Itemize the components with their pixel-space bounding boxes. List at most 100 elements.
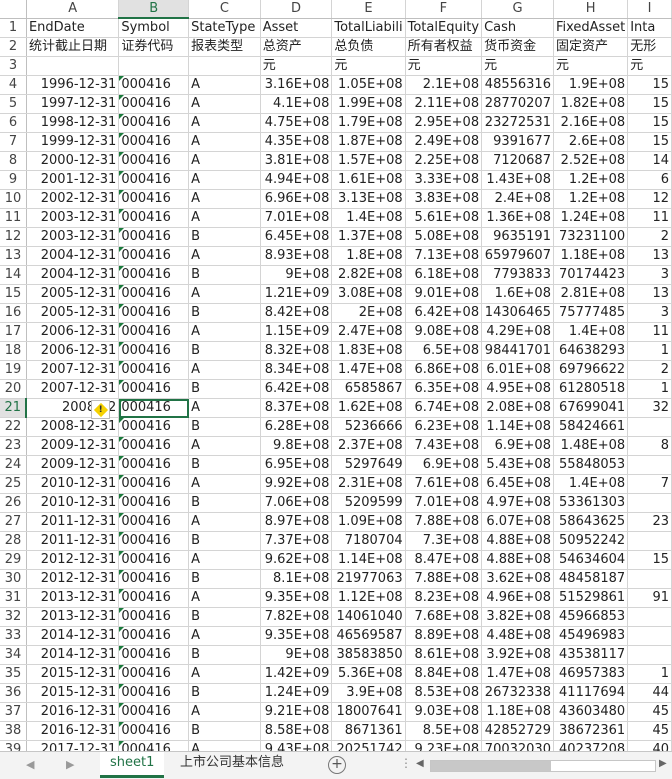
cell[interactable]: 2006-12-31 [26, 341, 120, 361]
cell[interactable]: 15 [627, 75, 672, 95]
cell[interactable]: 12 [627, 189, 672, 209]
cell[interactable]: 2.16E+08 [553, 113, 629, 133]
cell[interactable]: 8.42E+08 [260, 303, 333, 323]
row-header[interactable]: 31 [0, 588, 27, 608]
cell[interactable]: A [188, 664, 261, 684]
cell[interactable]: 1.12E+08 [331, 588, 406, 608]
column-header-c[interactable]: C [188, 0, 261, 19]
cell[interactable]: EndDate [26, 18, 120, 38]
cell[interactable]: 8.53E+08 [405, 683, 483, 703]
row-header[interactable]: 25 [0, 474, 27, 494]
cell[interactable]: 64638293 [553, 341, 629, 361]
cell[interactable]: 3.08E+08 [331, 284, 406, 304]
cell[interactable]: 13 [627, 246, 672, 266]
cell[interactable]: 9.35E+08 [260, 626, 333, 646]
cell[interactable]: 1.2E+08 [553, 189, 629, 209]
cell[interactable]: B [188, 227, 261, 247]
row-header[interactable]: 15 [0, 284, 27, 304]
cell[interactable]: 所有者权益 [405, 37, 483, 57]
cell[interactable]: 9391677 [481, 132, 554, 152]
row-header[interactable]: 11 [0, 208, 27, 228]
cell[interactable]: 1.18E+08 [553, 246, 629, 266]
row-header[interactable]: 8 [0, 151, 27, 171]
cell[interactable]: 11 [627, 208, 672, 228]
cell[interactable]: 4.96E+08 [481, 588, 554, 608]
cell[interactable]: 70174423 [553, 265, 629, 285]
cell[interactable]: 6585867 [331, 379, 406, 399]
cell[interactable]: 2011-12-31 [26, 512, 120, 532]
cell[interactable]: 69796622 [553, 360, 629, 380]
row-header[interactable]: 19 [0, 360, 27, 380]
cell[interactable]: 2.49E+08 [405, 132, 483, 152]
cell[interactable] [627, 607, 672, 627]
column-header-b[interactable]: B [118, 0, 190, 19]
cell[interactable]: 9.8E+08 [260, 436, 333, 456]
cell[interactable]: 26732338 [481, 683, 554, 703]
cell[interactable]: 000416 [118, 322, 190, 342]
cell[interactable] [627, 626, 672, 646]
cell[interactable]: 货币资金 [481, 37, 554, 57]
cell[interactable]: 9.03E+08 [405, 702, 483, 722]
cell[interactable]: 6.74E+08 [405, 398, 483, 418]
cell[interactable]: 2.81E+08 [553, 284, 629, 304]
cell[interactable]: 11 [627, 322, 672, 342]
cell[interactable]: 1.47E+08 [331, 360, 406, 380]
cell[interactable]: StateType [188, 18, 261, 38]
cell[interactable]: 1.42E+09 [260, 664, 333, 684]
cell[interactable]: A [188, 75, 261, 95]
cell[interactable]: 1.48E+08 [553, 436, 629, 456]
cell[interactable]: 1.9E+08 [553, 75, 629, 95]
spreadsheet-grid[interactable]: A B C D E F G H I 1 EndDate Symbol StateType Asset Tot… [0, 0, 672, 751]
cell[interactable]: 7.01E+08 [405, 493, 483, 513]
row-header[interactable]: 32 [0, 607, 27, 627]
cell[interactable]: 23272531 [481, 113, 554, 133]
cell[interactable]: 8.58E+08 [260, 721, 333, 741]
column-header-i[interactable]: I [627, 0, 672, 19]
row-header[interactable]: 23 [0, 436, 27, 456]
cell[interactable]: 5236666 [331, 417, 406, 437]
cell[interactable]: 98441701 [481, 341, 554, 361]
error-warning-icon[interactable]: ! [91, 400, 110, 419]
cell[interactable]: 40 [627, 740, 672, 751]
cell[interactable]: 1.99E+08 [331, 94, 406, 114]
cell[interactable]: 48556316 [481, 75, 554, 95]
cell[interactable]: 000416 [118, 132, 190, 152]
cell[interactable]: B [188, 645, 261, 665]
row-header[interactable]: 13 [0, 246, 27, 266]
cell[interactable]: B [188, 341, 261, 361]
cell[interactable]: 1.14E+08 [331, 550, 406, 570]
cell[interactable]: 7120687 [481, 151, 554, 171]
cell[interactable]: 67699041 [553, 398, 629, 418]
column-header-h[interactable]: H [553, 0, 629, 19]
tab-sheet1[interactable]: sheet1 [100, 752, 165, 778]
cell[interactable]: 000416 [118, 436, 190, 456]
cell[interactable]: A [188, 170, 261, 190]
cell[interactable]: 2010-12-31 [26, 474, 120, 494]
cell[interactable]: 7.61E+08 [405, 474, 483, 494]
column-header-d[interactable]: D [260, 0, 333, 19]
cell[interactable]: 54634604 [553, 550, 629, 570]
cell[interactable]: 58424661 [553, 417, 629, 437]
horizontal-scrollbar[interactable]: ◀ ▶ [416, 758, 670, 772]
row-header[interactable]: 28 [0, 531, 27, 551]
cell[interactable]: 53361303 [553, 493, 629, 513]
cell[interactable]: 8.23E+08 [405, 588, 483, 608]
scroll-thumb[interactable] [431, 761, 551, 771]
cell[interactable]: 1.83E+08 [331, 341, 406, 361]
cell[interactable]: TotalEquity [405, 18, 483, 38]
cell[interactable]: 000416 [118, 94, 190, 114]
cell[interactable]: 3.16E+08 [260, 75, 333, 95]
cell[interactable]: 1.24E+09 [260, 683, 333, 703]
cell[interactable]: 6.28E+08 [260, 417, 333, 437]
cell[interactable]: 43603480 [553, 702, 629, 722]
row-header[interactable]: 17 [0, 322, 27, 342]
cell[interactable]: A [188, 132, 261, 152]
cell[interactable]: A [188, 94, 261, 114]
cell[interactable]: B [188, 379, 261, 399]
row-header[interactable]: 6 [0, 113, 27, 133]
cell[interactable]: A [188, 398, 261, 418]
row-header[interactable]: 26 [0, 493, 27, 513]
scroll-tabs-right-icon[interactable]: ▶ [66, 758, 74, 771]
cell[interactable]: 8.97E+08 [260, 512, 333, 532]
cell[interactable]: 45 [627, 702, 672, 722]
